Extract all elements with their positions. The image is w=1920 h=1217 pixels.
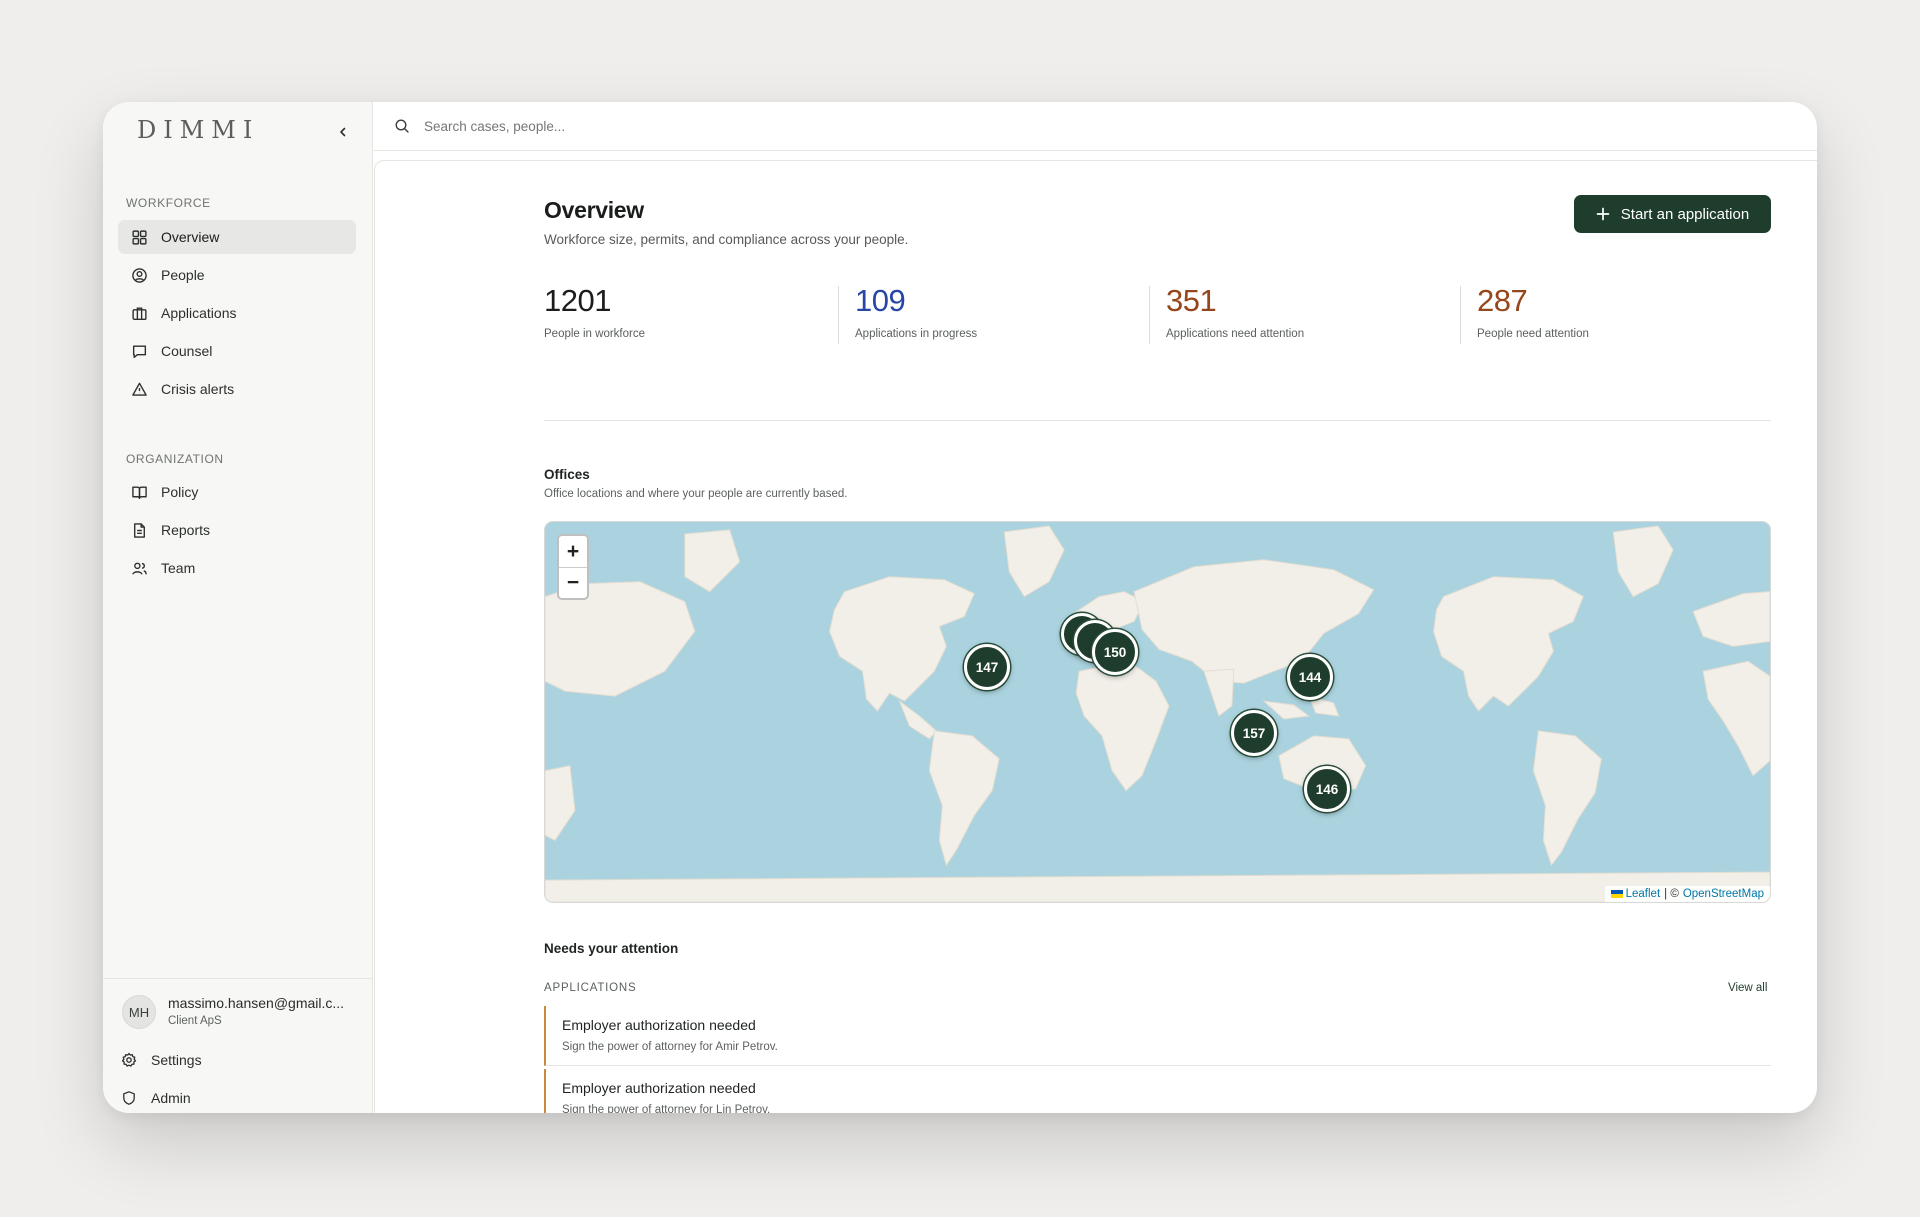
map-cluster-marker[interactable]: 144: [1287, 654, 1333, 700]
message-icon: [132, 344, 147, 358]
user-email[interactable]: massimo.hansen@gmail.c...: [168, 995, 358, 1011]
map-cluster-marker[interactable]: 150: [1092, 629, 1138, 675]
map-attribution: Leaflet | © OpenStreetMap: [1604, 886, 1770, 902]
collapse-sidebar-button[interactable]: [329, 118, 357, 146]
sidebar: DIMMI WORKFORCE Overview People Applicat…: [103, 102, 373, 1113]
admin-label: Admin: [151, 1090, 191, 1106]
list-item[interactable]: Employer authorization needed Sign the p…: [544, 1069, 1771, 1113]
plus-icon: [1596, 207, 1610, 221]
openstreetmap-link[interactable]: OpenStreetMap: [1683, 888, 1764, 900]
user-organization: Client ApS: [168, 1015, 222, 1027]
attribution-separator: | ©: [1664, 888, 1679, 900]
sidebar-item-label: Overview: [161, 229, 220, 245]
sidebar-item-label: Crisis alerts: [161, 381, 235, 397]
map-zoom-controls: + −: [557, 534, 589, 600]
stat-applications-in-progress[interactable]: 109 Applications in progress: [855, 285, 977, 340]
sidebar-item-label: Team: [161, 560, 196, 576]
start-application-label: Start an application: [1620, 205, 1750, 223]
user-section-divider: [103, 978, 373, 979]
stat-value: 287: [1477, 283, 1528, 318]
shield-icon: [123, 1091, 135, 1105]
zoom-out-button[interactable]: −: [559, 567, 587, 598]
sidebar-item-label: Applications: [161, 305, 237, 321]
app-window: DIMMI WORKFORCE Overview People Applicat…: [103, 102, 1817, 1113]
map-cluster-marker[interactable]: 146: [1304, 766, 1350, 812]
sidebar-item-applications[interactable]: Applications: [118, 296, 356, 330]
briefcase-icon: [132, 306, 147, 320]
warning-icon: [132, 382, 147, 396]
user-circle-icon: [132, 267, 147, 283]
offices-title: Offices: [544, 467, 590, 482]
sidebar-item-label: Reports: [161, 522, 211, 538]
world-map-tiles: [545, 525, 1770, 902]
stat-label: Applications need attention: [1166, 328, 1305, 340]
attention-item-description: Sign the power of attorney for Lin Petro…: [562, 1104, 771, 1113]
stat-divider: [1149, 286, 1150, 344]
offices-subtitle: Office locations and where your people a…: [544, 488, 848, 500]
search-icon: [395, 119, 409, 133]
leaflet-link[interactable]: Leaflet: [1610, 888, 1661, 900]
sidebar-item-team[interactable]: Team: [118, 551, 356, 585]
stat-divider: [1460, 286, 1461, 344]
avatar[interactable]: MH: [122, 995, 156, 1029]
stat-value: 351: [1166, 283, 1217, 318]
start-application-button[interactable]: Start an application: [1574, 195, 1771, 233]
search-input[interactable]: [424, 118, 1024, 134]
stat-people-need-attention[interactable]: 287 People need attention: [1477, 285, 1589, 340]
stat-label: Applications in progress: [855, 328, 978, 340]
settings-label: Settings: [151, 1052, 202, 1068]
map-cluster-marker[interactable]: 157: [1231, 710, 1277, 756]
leaflet-label: Leaflet: [1625, 888, 1661, 900]
stat-people-in-workforce[interactable]: 1201 People in workforce: [544, 285, 645, 340]
global-search-bar: [374, 102, 1817, 151]
list-item[interactable]: Employer authorization needed Sign the p…: [544, 1006, 1771, 1066]
sidebar-item-counsel[interactable]: Counsel: [118, 334, 356, 368]
settings-link[interactable]: Settings: [121, 1048, 202, 1072]
users-icon: [132, 562, 147, 575]
stat-value: 1201: [544, 283, 611, 318]
sidebar-item-label: Counsel: [161, 343, 213, 359]
organization-section-label: ORGANIZATION: [126, 452, 224, 466]
view-all-link[interactable]: View all: [1728, 982, 1767, 994]
stat-label: People need attention: [1477, 328, 1589, 340]
stat-applications-need-attention[interactable]: 351 Applications need attention: [1166, 285, 1304, 340]
admin-link[interactable]: Admin: [121, 1086, 191, 1110]
brand-logo: DIMMI: [137, 116, 260, 144]
sidebar-item-label: People: [161, 267, 205, 283]
sidebar-item-overview[interactable]: Overview: [118, 220, 356, 254]
stat-label: People in workforce: [544, 328, 645, 340]
sidebar-item-label: Policy: [161, 484, 199, 500]
sidebar-item-reports[interactable]: Reports: [118, 513, 356, 547]
sidebar-item-people[interactable]: People: [118, 258, 356, 292]
map-cluster-marker[interactable]: 147: [964, 644, 1010, 690]
applications-section-label: APPLICATIONS: [544, 982, 637, 994]
document-icon: [134, 522, 145, 538]
zoom-in-button[interactable]: +: [559, 536, 587, 567]
offices-map[interactable]: + − 147 150 144 157 146 Leaflet | © Open…: [544, 521, 1771, 903]
stat-value: 109: [855, 283, 906, 318]
section-divider: [544, 420, 1771, 421]
gear-icon: [121, 1052, 137, 1067]
chevron-left-icon: [340, 127, 346, 137]
sidebar-item-policy[interactable]: Policy: [118, 475, 356, 509]
needs-attention-title: Needs your attention: [544, 941, 679, 956]
sidebar-item-crisis-alerts[interactable]: Crisis alerts: [118, 372, 356, 406]
attention-item-description: Sign the power of attorney for Amir Petr…: [562, 1041, 778, 1053]
grid-icon: [132, 229, 147, 245]
attention-item-title: Employer authorization needed: [562, 1080, 756, 1096]
book-icon: [132, 485, 147, 499]
stat-divider: [838, 286, 839, 344]
workforce-section-label: WORKFORCE: [126, 196, 211, 210]
page-subtitle: Workforce size, permits, and compliance …: [544, 232, 909, 247]
page-title: Overview: [544, 197, 644, 223]
attention-item-title: Employer authorization needed: [562, 1017, 756, 1033]
ukraine-flag-icon: [1610, 889, 1623, 898]
